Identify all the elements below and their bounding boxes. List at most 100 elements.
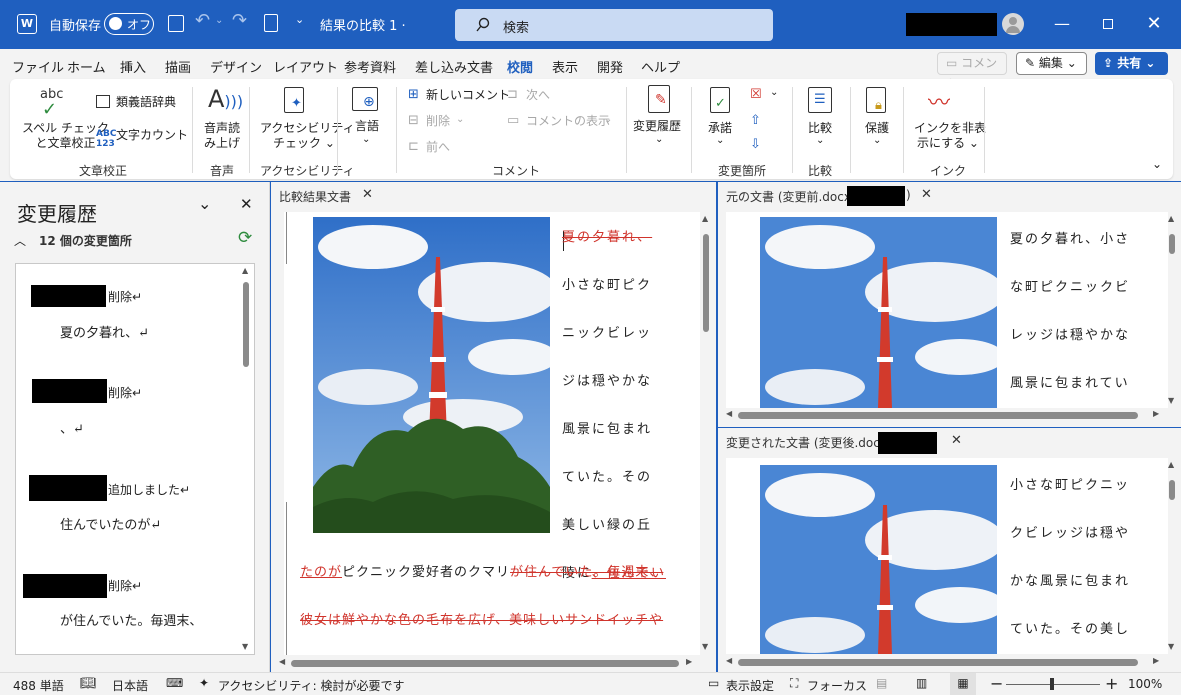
tab-design[interactable]: デザイン bbox=[210, 57, 262, 76]
tab-insert[interactable]: 挿入 bbox=[120, 57, 146, 76]
protect-button[interactable]: 保護 bbox=[865, 121, 889, 136]
autosave-toggle[interactable]: オフ bbox=[104, 13, 154, 35]
previous-comment-button[interactable]: 前へ bbox=[426, 140, 450, 155]
save-icon[interactable] bbox=[168, 15, 184, 32]
collapse-chevron-icon[interactable]: ︿ bbox=[14, 232, 26, 249]
tab-review[interactable]: 校閲 bbox=[507, 57, 534, 82]
minimize-button[interactable]: — bbox=[1047, 10, 1077, 38]
undo-icon[interactable]: ↶ bbox=[195, 10, 210, 31]
wordcount-button[interactable]: 文字カウント bbox=[116, 128, 188, 143]
accessibility-status-icon[interactable]: ✦ bbox=[199, 676, 209, 690]
comment-button[interactable]: ▭ コメント bbox=[937, 52, 1007, 91]
collapse-ribbon-icon[interactable]: ⌄ bbox=[1152, 157, 1162, 171]
track-changes-button[interactable]: 変更履歴 bbox=[633, 119, 681, 134]
undo-dropdown-icon[interactable]: ⌄ bbox=[215, 15, 223, 26]
protect-dropdown-icon[interactable]: ⌄ bbox=[873, 135, 881, 146]
tab-draw[interactable]: 描画 bbox=[165, 57, 191, 76]
read-aloud-button-line2[interactable]: み上げ bbox=[204, 136, 240, 151]
zoom-out-button[interactable]: − bbox=[990, 674, 1003, 693]
close-button[interactable]: ✕ bbox=[1139, 10, 1169, 38]
revision-text[interactable]: 、↵ bbox=[60, 418, 84, 437]
tab-help[interactable]: ヘルプ bbox=[641, 57, 680, 76]
show-comments-button[interactable]: コメントの表示 bbox=[526, 114, 610, 129]
delete-comment-button[interactable]: 削除 bbox=[426, 114, 450, 129]
revised-document-close-icon[interactable]: ✕ bbox=[951, 433, 962, 448]
tab-home[interactable]: ホーム bbox=[67, 57, 106, 76]
print-layout-icon[interactable]: ▥ bbox=[916, 676, 927, 690]
original-document-close-icon[interactable]: ✕ bbox=[921, 187, 932, 202]
language-status[interactable]: 日本語 bbox=[112, 677, 148, 694]
tab-view[interactable]: 表示 bbox=[552, 57, 578, 76]
focus-icon[interactable]: ⛶ bbox=[790, 676, 798, 691]
editing-mode-button[interactable]: ✎ 編集 ⌄ bbox=[1016, 52, 1087, 75]
accept-dropdown-icon[interactable]: ⌄ bbox=[716, 135, 724, 146]
read-mode-icon[interactable]: ▤ bbox=[876, 676, 887, 690]
revision-text[interactable]: 夏の夕暮れ、↵ bbox=[60, 322, 149, 341]
display-settings-button[interactable]: 表示設定 bbox=[726, 677, 774, 694]
search-box[interactable]: 検索 bbox=[455, 9, 773, 41]
zoom-level[interactable]: 100% bbox=[1128, 677, 1162, 691]
track-changes-dropdown-icon[interactable]: ⌄ bbox=[655, 134, 663, 145]
compared-document-page[interactable]: 夏の夕暮れ、小さな町ピクニックビレッジは穏やかな風景に包まれていた。その美しい緑… bbox=[284, 212, 700, 655]
hide-ink-button-line1[interactable]: インクを非表 bbox=[914, 121, 986, 136]
word-count[interactable]: 488 単語 bbox=[13, 677, 64, 694]
compared-document-vscrollbar[interactable]: ▲ ▼ bbox=[700, 212, 712, 655]
previous-change-icon[interactable]: ⇧ bbox=[750, 113, 761, 128]
customize-qat-icon[interactable]: ⌄ bbox=[295, 13, 304, 26]
refresh-icon[interactable]: ⟳ bbox=[238, 228, 252, 248]
delete-dropdown-icon[interactable]: ⌄ bbox=[456, 114, 464, 125]
revision-text[interactable]: が住んでいた。毎週末、 bbox=[60, 610, 202, 629]
reject-icon[interactable]: ☒ bbox=[750, 87, 762, 102]
original-document-hscrollbar[interactable]: ◀ ▶ bbox=[726, 408, 1166, 422]
read-aloud-button-line1[interactable]: 音声読 bbox=[204, 121, 240, 136]
share-button[interactable]: ⇪ 共有 ⌄ bbox=[1095, 52, 1168, 75]
language-button[interactable]: 言語 bbox=[355, 119, 379, 134]
accessibility-button-line2[interactable]: チェック ⌄ bbox=[273, 136, 335, 151]
new-comment-button[interactable]: 新しいコメント bbox=[426, 88, 510, 103]
tab-developer[interactable]: 開発 bbox=[597, 57, 623, 76]
text-predictions-icon[interactable]: ⌨ bbox=[166, 676, 183, 690]
compare-dropdown-icon[interactable]: ⌄ bbox=[816, 135, 824, 146]
accept-button[interactable]: 承諾 bbox=[708, 121, 732, 136]
compared-document-tab[interactable]: 比較結果文書 bbox=[279, 188, 351, 205]
tab-mailings[interactable]: 差し込み文書 bbox=[415, 57, 493, 76]
revision-text[interactable]: 住んでいたのが↵ bbox=[60, 514, 161, 533]
accessibility-status[interactable]: アクセシビリティ: 検討が必要です bbox=[218, 677, 405, 694]
show-comments-dropdown-icon[interactable]: ⌄ bbox=[604, 114, 612, 125]
compared-document-hscrollbar[interactable]: ◀ ▶ bbox=[279, 656, 699, 670]
original-document-page[interactable]: 夏の夕暮れ、小さな町ピクニックビレッジは穏やかな風景に包まれていた。 bbox=[726, 212, 1168, 408]
next-change-icon[interactable]: ⇩ bbox=[750, 137, 761, 152]
proofing-book-icon[interactable]: 📖︎ bbox=[80, 676, 97, 691]
web-layout-icon[interactable]: ▦ bbox=[950, 673, 976, 695]
revised-document-vscrollbar[interactable]: ▲ ▼ bbox=[1166, 458, 1178, 654]
tokyo-tower-photo bbox=[313, 217, 550, 533]
compare-button[interactable]: 比較 bbox=[808, 121, 832, 136]
tab-file[interactable]: ファイル bbox=[12, 57, 64, 76]
avatar[interactable] bbox=[1002, 13, 1024, 35]
revised-document-page[interactable]: 小さな町ピクニックビレッジは穏やかな風景に包まれていた。その美しい bbox=[726, 458, 1168, 654]
accessibility-button-line1[interactable]: アクセシビリティ bbox=[260, 121, 355, 136]
pane-close-icon[interactable]: ✕ bbox=[240, 195, 253, 213]
zoom-in-button[interactable]: + bbox=[1105, 674, 1118, 693]
tab-references[interactable]: 参考資料 bbox=[344, 57, 396, 76]
next-comment-button[interactable]: 次へ bbox=[526, 88, 550, 103]
maximize-button[interactable] bbox=[1093, 10, 1123, 38]
document-icon[interactable] bbox=[264, 14, 278, 32]
focus-button[interactable]: フォーカス bbox=[807, 677, 867, 694]
reject-dropdown-icon[interactable]: ⌄ bbox=[770, 87, 778, 98]
original-document-vscrollbar[interactable]: ▲ ▼ bbox=[1166, 212, 1178, 408]
compared-document-close-icon[interactable]: ✕ bbox=[362, 187, 373, 202]
display-settings-icon[interactable]: ▭ bbox=[708, 676, 719, 690]
pane-options-chevron-icon[interactable]: ⌄ bbox=[198, 194, 211, 213]
ribbon-tabs: ファイル ホーム 挿入 描画 デザイン レイアウト 参考資料 差し込み文書 校閲… bbox=[0, 49, 1181, 91]
hide-ink-button-line2[interactable]: 示にする ⌄ bbox=[917, 136, 979, 151]
zoom-slider-thumb[interactable] bbox=[1050, 678, 1054, 690]
thesaurus-button[interactable]: 類義語辞典 bbox=[116, 95, 176, 110]
original-document-tab[interactable]: 元の文書 (変更前.docx - bbox=[726, 188, 859, 205]
revised-document-tab[interactable]: 変更された文書 (変更後.docx - bbox=[726, 434, 895, 451]
language-dropdown-icon[interactable]: ⌄ bbox=[362, 134, 370, 145]
revised-document-hscrollbar[interactable]: ◀ ▶ bbox=[726, 655, 1166, 669]
tab-layout[interactable]: レイアウト bbox=[273, 57, 338, 76]
redo-icon[interactable]: ↷ bbox=[232, 10, 247, 31]
revisions-scrollbar[interactable]: ▲ ▼ bbox=[240, 266, 252, 652]
